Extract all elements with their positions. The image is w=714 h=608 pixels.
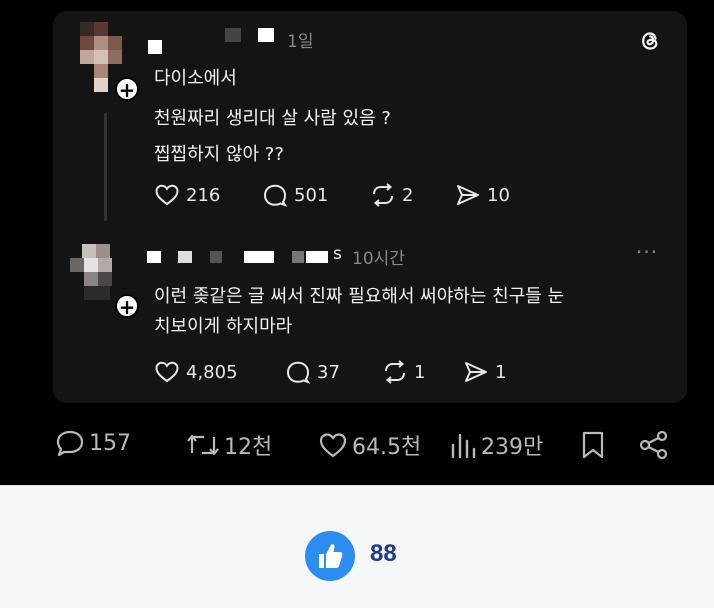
- username-redacted: [210, 251, 222, 263]
- reply-repost-button[interactable]: 1: [382, 360, 425, 384]
- views-count: 239만: [481, 435, 544, 460]
- reply-like-count: 4,805: [186, 361, 238, 383]
- thumbs-up-like-button[interactable]: [305, 531, 355, 581]
- thread-connector-line: [104, 113, 107, 221]
- retweet-icon: [187, 434, 219, 456]
- comment-icon: [263, 184, 288, 207]
- post-reply-count: 501: [294, 184, 329, 206]
- more-options-icon[interactable]: ···: [636, 240, 658, 264]
- reply-username-tail: s: [333, 244, 342, 264]
- post-reply-button[interactable]: 501: [262, 183, 328, 207]
- threads-embed-card: [53, 11, 687, 403]
- send-icon: [465, 362, 487, 382]
- post-like-count: 216: [186, 184, 221, 206]
- views-chart-icon: [451, 433, 476, 459]
- repost-icon: [385, 360, 405, 384]
- post-repost-button[interactable]: 2: [370, 183, 413, 207]
- like-count: 88: [370, 540, 397, 567]
- page-footer: [0, 485, 714, 608]
- post-share-button[interactable]: 10: [455, 183, 510, 207]
- username-redacted: [244, 251, 274, 263]
- heart-icon: [155, 184, 179, 206]
- username-redacted: [258, 28, 274, 42]
- reply-like-button[interactable]: 4,805: [154, 360, 238, 384]
- reply-repost-count: 1: [414, 361, 426, 383]
- bookmark-icon[interactable]: [580, 430, 606, 464]
- post-time: 1일: [287, 32, 314, 52]
- follow-plus-icon[interactable]: +: [115, 77, 139, 101]
- bottom-like-button[interactable]: 64.5천: [318, 429, 421, 461]
- share-icon[interactable]: [638, 430, 670, 464]
- reply-share-count: 1: [495, 361, 507, 383]
- follow-plus-icon[interactable]: +: [115, 294, 139, 318]
- username-redacted: [306, 251, 328, 263]
- retweet-button[interactable]: 12천: [186, 429, 272, 461]
- reply-share-button[interactable]: 1: [463, 360, 506, 384]
- reply-text-line: 이런 좆같은 글 써서 진짜 필요해서 써야하는 친구들 눈: [154, 286, 565, 307]
- username-redacted: [148, 40, 162, 54]
- username-redacted: [178, 251, 192, 263]
- threads-icon[interactable]: [638, 28, 662, 58]
- post-like-button[interactable]: 216: [154, 183, 220, 207]
- comment-button[interactable]: 157: [55, 429, 131, 457]
- reply-time: 10시간: [352, 249, 405, 269]
- post-text-line: 다이소에서: [154, 68, 237, 89]
- comment-icon: [286, 361, 311, 384]
- reply-reply-button[interactable]: 37: [285, 360, 340, 384]
- comment-icon: [56, 430, 84, 457]
- post-repost-count: 2: [402, 184, 414, 206]
- heart-icon: [155, 361, 179, 383]
- username-redacted: [225, 28, 241, 42]
- username-redacted: [292, 251, 304, 263]
- heart-icon: [319, 433, 347, 458]
- send-icon: [457, 185, 479, 205]
- username-redacted: [147, 251, 161, 263]
- bottom-like-count: 64.5천: [352, 435, 422, 460]
- post-share-count: 10: [487, 184, 510, 206]
- retweet-count: 12천: [224, 435, 273, 460]
- reply-reply-count: 37: [317, 361, 340, 383]
- reply-text-line: 치보이게 하지마라: [154, 316, 293, 337]
- repost-icon: [373, 183, 393, 207]
- thumbs-up-icon: [319, 544, 343, 568]
- comment-count: 157: [89, 430, 131, 456]
- views-button[interactable]: 239만: [449, 429, 543, 461]
- post-text-line: 찝찝하지 않아 ??: [154, 144, 284, 165]
- post-text-line: 천원짜리 생리대 살 사람 있음 ?: [154, 108, 391, 129]
- reply-avatar[interactable]: [70, 244, 122, 310]
